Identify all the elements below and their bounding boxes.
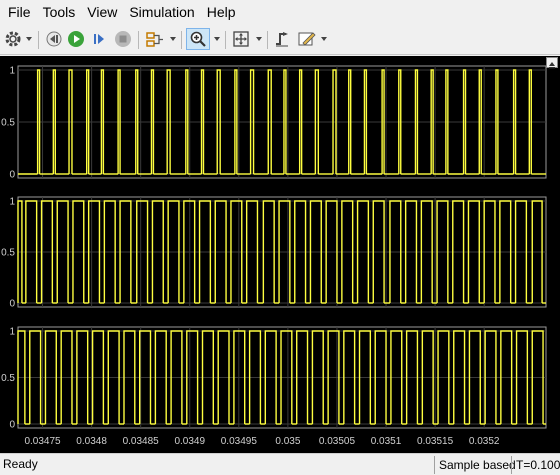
y-tick-label: 1 bbox=[9, 66, 15, 77]
y-tick-label: 0.5 bbox=[1, 248, 15, 259]
fit-to-view-icon[interactable] bbox=[230, 28, 252, 50]
settings-dropdown-icon[interactable] bbox=[26, 37, 32, 41]
undock-icon[interactable] bbox=[546, 57, 558, 69]
x-tick-label: 0.03495 bbox=[221, 436, 258, 447]
menu-bar: File Tools View Simulation Help bbox=[0, 0, 560, 25]
x-tick-label: 0.03485 bbox=[123, 436, 160, 447]
x-tick-label: 0.03515 bbox=[417, 436, 454, 447]
y-tick-label: 0.5 bbox=[1, 118, 15, 129]
x-tick-label: 0.0348 bbox=[76, 436, 107, 447]
x-tick-label: 0.0349 bbox=[174, 436, 205, 447]
y-tick-label: 1 bbox=[9, 327, 15, 338]
y-tick-label: 0.5 bbox=[1, 373, 15, 384]
y-tick-label: 0 bbox=[9, 170, 15, 181]
menu-file[interactable]: File bbox=[2, 0, 37, 25]
x-tick-label: 0.0352 bbox=[469, 436, 500, 447]
zoom-dropdown-icon[interactable] bbox=[214, 37, 220, 41]
status-sample-mode: Sample based bbox=[434, 456, 520, 474]
x-tick-label: 0.035 bbox=[275, 436, 300, 447]
toolbar-separator bbox=[181, 31, 182, 49]
toolbar-separator bbox=[38, 31, 39, 49]
menu-tools[interactable]: Tools bbox=[37, 0, 82, 25]
fit-dropdown-icon[interactable] bbox=[256, 37, 262, 41]
menu-help[interactable]: Help bbox=[201, 0, 242, 25]
status-sim-time: T=0.100 bbox=[511, 456, 560, 474]
y-tick-label: 1 bbox=[9, 197, 15, 208]
scope-plot-area[interactable]: 0 0.5 1 0 0.5 1 0 0.5 1 0.03475 0.0348 0.03485 0.034… bbox=[0, 56, 560, 453]
y-tick-label: 0 bbox=[9, 299, 15, 310]
menu-view[interactable]: View bbox=[81, 0, 123, 25]
x-tick-label: 0.03475 bbox=[24, 436, 61, 447]
step-back-icon[interactable] bbox=[44, 28, 64, 50]
status-bar: Ready Sample based T=0.100 bbox=[0, 453, 560, 475]
gear-icon[interactable] bbox=[3, 28, 23, 50]
scope-display: 0 0.5 1 0 0.5 1 0 0.5 1 0.03475 0.0348 0.03485 0.034… bbox=[0, 56, 560, 453]
status-ready: Ready bbox=[3, 457, 38, 471]
style-icon[interactable] bbox=[296, 28, 318, 50]
step-forward-icon[interactable] bbox=[89, 28, 109, 50]
signal-select-icon[interactable] bbox=[144, 28, 166, 50]
toolbar-separator bbox=[225, 31, 226, 49]
style-dropdown-icon[interactable] bbox=[321, 37, 327, 41]
toolbar-separator bbox=[267, 31, 268, 49]
signal-dropdown-icon[interactable] bbox=[170, 37, 176, 41]
menu-simulation[interactable]: Simulation bbox=[123, 0, 200, 25]
trigger-icon[interactable] bbox=[272, 28, 292, 50]
x-tick-label: 0.03505 bbox=[319, 436, 356, 447]
stop-icon[interactable] bbox=[113, 28, 133, 50]
zoom-in-icon[interactable] bbox=[186, 28, 210, 50]
run-icon[interactable] bbox=[66, 28, 86, 50]
toolbar-separator bbox=[138, 31, 139, 49]
x-tick-label: 0.0351 bbox=[371, 436, 402, 447]
y-tick-label: 0 bbox=[9, 420, 15, 431]
toolbar bbox=[0, 25, 560, 55]
